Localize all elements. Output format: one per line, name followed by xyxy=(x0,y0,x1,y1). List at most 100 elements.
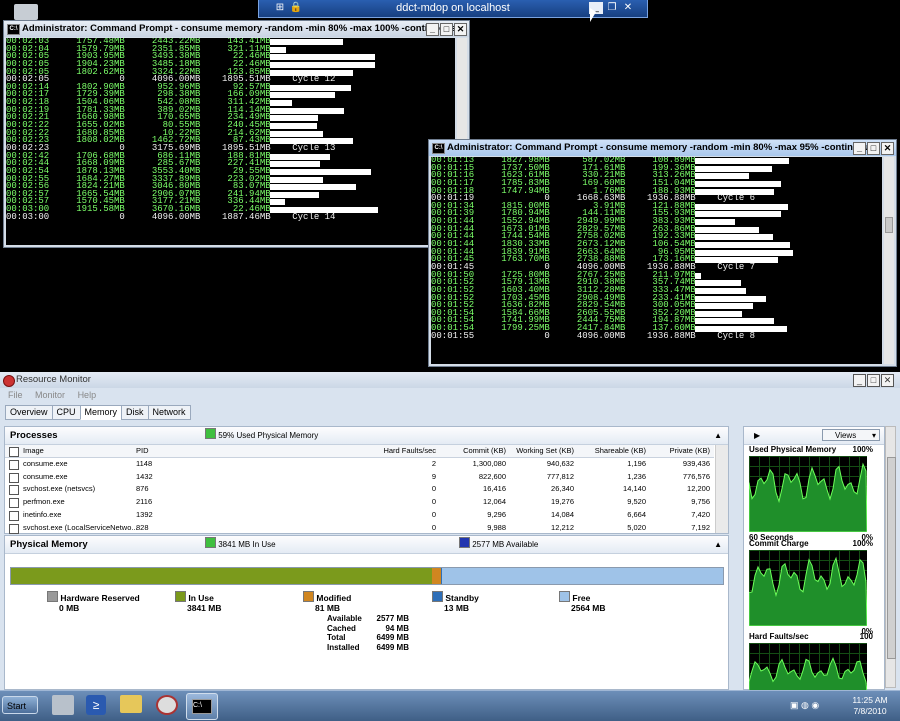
tab-memory[interactable]: Memory xyxy=(79,405,123,420)
legend-value: 0 MB xyxy=(59,603,80,613)
tab-overview[interactable]: Overview xyxy=(5,405,53,420)
explorer-icon[interactable] xyxy=(120,695,142,713)
memory-bar xyxy=(270,161,320,168)
physical-memory-panel: Physical Memory 3841 MB In Use 2577 MB A… xyxy=(4,535,729,690)
collapse-icon[interactable]: ▲ xyxy=(714,427,722,444)
menu-file[interactable]: File xyxy=(8,390,23,400)
legend-value: 2564 MB xyxy=(571,603,606,613)
resmon-title: Resource Monitor xyxy=(16,374,91,385)
available-swatch xyxy=(459,537,470,548)
table-header: Image PID Hard Faults/sec Commit (KB) Wo… xyxy=(5,445,714,458)
cmd-taskbar-button[interactable]: C:\ xyxy=(186,693,218,720)
cmd2-scrollbar[interactable] xyxy=(884,157,894,364)
tab-cpu[interactable]: CPU xyxy=(51,405,81,420)
cmd2-close-button[interactable]: ✕ xyxy=(881,142,894,155)
graph-block: Used Physical Memory 100% 60 Seconds 0% xyxy=(748,445,873,543)
col-hard-faults[interactable]: Hard Faults/sec xyxy=(383,445,436,457)
col-private[interactable]: Private (KB) xyxy=(670,445,710,457)
restore-button[interactable]: ❐ xyxy=(605,2,619,14)
cell-commit: 9,988 xyxy=(487,522,506,532)
cell-working-set: 26,340 xyxy=(551,484,574,494)
cmd1-minimize-button[interactable]: _ xyxy=(426,23,439,36)
memory-bar xyxy=(270,153,330,160)
table-row[interactable]: consume.exe 1432 9 822,600 777,812 1,236 776,5… xyxy=(5,471,714,484)
processes-panel: Processes 59% Used Physical Memory ▲ Ima… xyxy=(4,426,729,534)
processes-header[interactable]: Processes 59% Used Physical Memory ▲ xyxy=(5,427,728,445)
cell-working-set: 14,084 xyxy=(551,509,574,519)
col-commit[interactable]: Commit (KB) xyxy=(463,445,506,457)
collapse-icon[interactable]: ▲ xyxy=(714,536,722,553)
col-shareable[interactable]: Shareable (KB) xyxy=(595,445,646,457)
row-checkbox[interactable] xyxy=(9,459,19,470)
expand-icon[interactable]: ▶ xyxy=(754,427,760,444)
graph-area xyxy=(748,657,868,694)
row-checkbox[interactable] xyxy=(9,523,19,534)
cell-working-set: 12,212 xyxy=(551,522,574,532)
graph-max: 100 xyxy=(859,632,873,641)
cell-commit: 16,416 xyxy=(483,484,506,494)
cmd1-console-output[interactable]: 00:02:03 1757.48MB 2443.22MB 143.41MB 00:… xyxy=(6,38,455,245)
recycle-bin-icon[interactable] xyxy=(14,4,38,20)
table-row[interactable]: inetinfo.exe 1392 0 9,296 14,084 6,664 7,420 xyxy=(5,509,714,522)
select-all-checkbox[interactable] xyxy=(9,447,19,457)
table-row[interactable]: perfmon.exe 2116 0 12,064 19,276 9,520 9,756 xyxy=(5,496,714,509)
powershell-icon[interactable]: ≥ xyxy=(86,695,106,715)
physical-memory-header[interactable]: Physical Memory 3841 MB In Use 2577 MB A… xyxy=(5,536,728,554)
close-button[interactable]: ✕ xyxy=(621,2,635,14)
cell-commit: 822,600 xyxy=(478,471,506,481)
tab-disk[interactable]: Disk xyxy=(121,405,149,420)
col-pid[interactable]: PID xyxy=(136,445,149,457)
row-checkbox[interactable] xyxy=(9,472,19,483)
processes-scrollbar[interactable] xyxy=(715,445,728,533)
legend-swatch xyxy=(559,591,570,602)
graph-title: Used Physical Memory xyxy=(749,445,837,454)
row-checkbox[interactable] xyxy=(9,485,19,496)
memory-bar xyxy=(270,115,318,122)
cmd-window-2[interactable]: C:\ Administrator: Command Prompt - consu… xyxy=(428,139,897,367)
cmd2-minimize-button[interactable]: _ xyxy=(853,142,866,155)
views-dropdown[interactable]: Views ▾ xyxy=(822,429,880,441)
cmd1-maximize-button[interactable]: □ xyxy=(440,23,453,36)
col-image[interactable]: Image xyxy=(23,445,44,457)
menu-help[interactable]: Help xyxy=(78,390,97,400)
row-checkbox[interactable] xyxy=(9,510,19,521)
physical-memory-title: Physical Memory xyxy=(10,539,88,550)
stat-row: Installed 6499 MB xyxy=(327,643,417,653)
cell-private: 7,420 xyxy=(691,509,710,519)
stat-row: Total 6499 MB xyxy=(327,633,417,643)
tab-network[interactable]: Network xyxy=(147,405,191,420)
col-working-set[interactable]: Working Set (KB) xyxy=(516,445,574,457)
memory-bar xyxy=(695,318,774,325)
side-scrollbar[interactable] xyxy=(885,426,896,688)
cell-hard-faults: 0 xyxy=(431,522,436,532)
table-row[interactable]: svchost.exe (LocalServiceNetwo... 828 0 9,9… xyxy=(5,522,714,535)
cmd1-close-button[interactable]: ✕ xyxy=(454,23,467,36)
resmon-minimize-button[interactable]: _ xyxy=(853,374,866,387)
clock[interactable]: 11:25 AM 7/8/2010 xyxy=(842,695,898,717)
cmd2-maximize-button[interactable]: □ xyxy=(867,142,880,155)
cell-image: consume.exe xyxy=(23,471,68,481)
graph-svg xyxy=(748,556,868,627)
legend-item: Standby 13 MB xyxy=(432,591,479,613)
cmd-window-1[interactable]: C:\ Administrator: Command Prompt - consu… xyxy=(3,20,470,248)
resmon-maximize-button[interactable]: □ xyxy=(867,374,880,387)
memory-bar xyxy=(270,191,319,198)
cell-commit: 12,064 xyxy=(483,497,506,507)
menu-monitor[interactable]: Monitor xyxy=(35,390,65,400)
graph-area xyxy=(748,556,868,627)
resmon-close-button[interactable]: ✕ xyxy=(881,374,894,387)
row-checkbox[interactable] xyxy=(9,498,19,509)
memory-bar xyxy=(695,219,735,226)
cmd-icon: C:\ xyxy=(432,143,445,154)
memory-bar-free xyxy=(442,568,723,584)
resource-monitor-taskbar-icon[interactable] xyxy=(156,695,178,715)
start-button[interactable]: Start xyxy=(2,696,38,714)
resource-monitor-window[interactable]: Resource Monitor _ □ ✕ File Monitor Help… xyxy=(0,372,900,694)
server-manager-icon[interactable] xyxy=(52,695,74,715)
table-row[interactable]: svchost.exe (netsvcs) 876 0 16,416 26,340 14,… xyxy=(5,483,714,496)
cmd2-console-output[interactable]: 00:01:13 1827.98MB 587.02MB 108.89MB 00:0… xyxy=(431,157,882,364)
tray-icons[interactable]: ▣ ◍ ◉ xyxy=(790,700,819,711)
clock-date: 7/8/2010 xyxy=(853,706,887,716)
table-row[interactable]: consume.exe 1148 2 1,300,080 940,632 1,196 939… xyxy=(5,458,714,471)
cell-shareable: 1,236 xyxy=(627,471,646,481)
